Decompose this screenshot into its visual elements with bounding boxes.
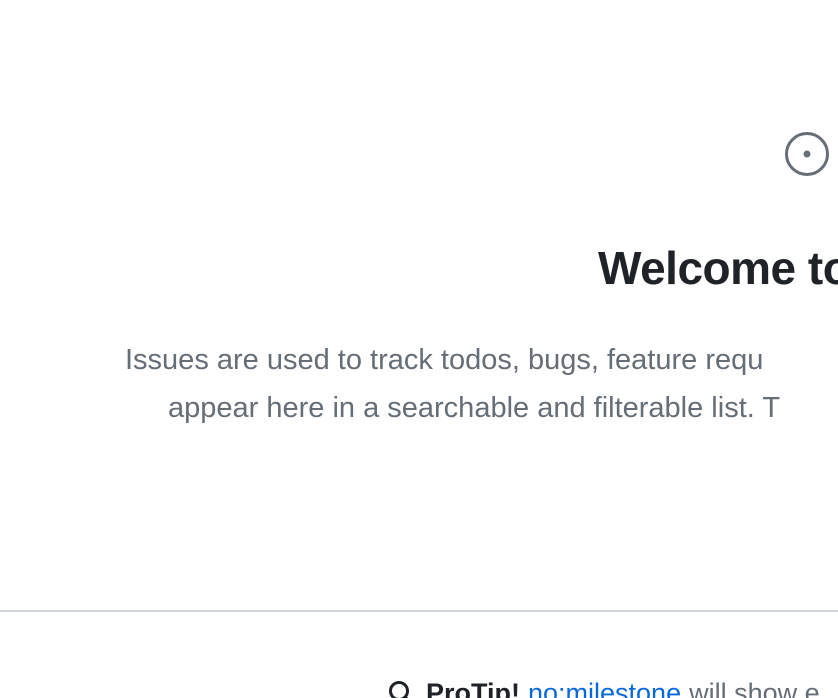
blankslate-description-line-2: appear here in a searchable and filterab… xyxy=(168,392,781,424)
issue-opened-icon xyxy=(785,132,829,176)
divider xyxy=(0,610,838,612)
protip-link-no-milestone[interactable]: no:milestone xyxy=(528,676,681,698)
protip-trailing-text: will show e xyxy=(689,678,820,698)
blankslate-title: Welcome to xyxy=(598,242,838,294)
issues-empty-state: Welcome to Issues are used to track todo… xyxy=(0,0,838,698)
protip: ProTip! no:milestone will show e xyxy=(388,676,820,698)
blankslate-description-line-1: Issues are used to track todos, bugs, fe… xyxy=(125,344,764,376)
search-icon xyxy=(389,681,409,698)
protip-label: ProTip! xyxy=(426,678,520,698)
